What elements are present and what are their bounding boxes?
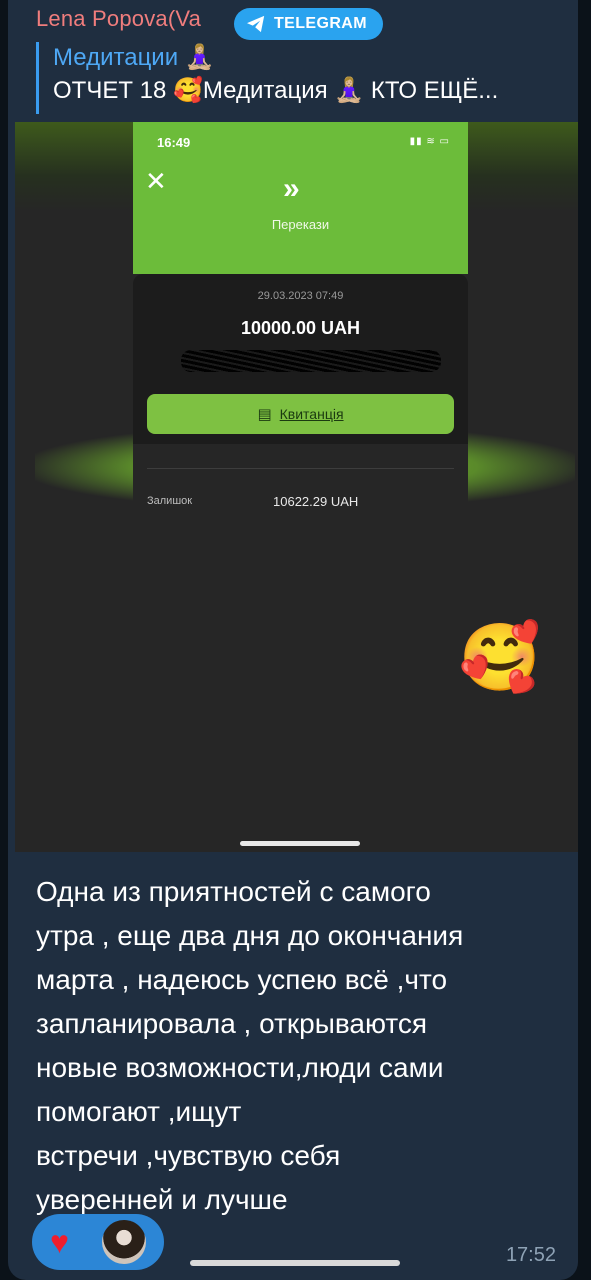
bank-app-screenshot: 16:49 ▮▮ ≋ ▭ ✕ » Перекази 29.03.2023 07:… bbox=[133, 122, 468, 852]
heart-icon: ♥ bbox=[50, 1224, 69, 1260]
transaction-date: 29.03.2023 07:49 bbox=[257, 290, 344, 302]
close-icon: ✕ bbox=[145, 166, 167, 196]
balance-value: 10622.29 UAH bbox=[273, 494, 359, 509]
transfer-chevron-icon: » bbox=[283, 172, 300, 205]
sender-name[interactable]: Lena Popova(Va bbox=[36, 6, 201, 32]
message-bubble: Lena Popova(Va TELEGRAM Медитации 🧘🏼‍♀️ … bbox=[8, 0, 578, 1280]
avatar bbox=[102, 1220, 146, 1264]
smiling-hearts-sticker: 🥰 bbox=[458, 620, 542, 694]
reply-text: ОТЧЕТ 18 🥰Медитация 🧘🏼‍♀️ КТО ЕЩЁ... bbox=[53, 77, 499, 104]
message-time: 17:52 bbox=[505, 1244, 556, 1266]
transaction-card: 29.03.2023 07:49 10000.00 UAH ▤ Квитанці… bbox=[133, 274, 468, 444]
reply-quote[interactable]: Медитации 🧘🏼‍♀️ ОТЧЕТ 18 🥰Медитация 🧘🏼‍♀… bbox=[36, 42, 566, 114]
telegram-badge-label: TELEGRAM bbox=[274, 15, 367, 32]
phone-time: 16:49 bbox=[157, 135, 191, 150]
telegram-icon bbox=[247, 15, 265, 33]
receipt-icon: ▤ bbox=[257, 406, 272, 423]
balance-label: Залишок bbox=[147, 495, 193, 507]
divider bbox=[147, 468, 454, 469]
status-icons: ▮▮ ≋ ▭ bbox=[409, 136, 450, 147]
redaction-scribble bbox=[181, 350, 441, 372]
reaction-chip[interactable]: ♥ bbox=[32, 1214, 164, 1270]
transfers-title: Перекази bbox=[271, 217, 330, 232]
receipt-label: Квитанція bbox=[279, 406, 344, 422]
receipt-button: ▤ Квитанція bbox=[147, 394, 454, 434]
transaction-amount: 10000.00 UAH bbox=[240, 318, 361, 338]
media-screenshot[interactable]: 16:49 ▮▮ ≋ ▭ ✕ » Перекази 29.03.2023 07:… bbox=[15, 122, 578, 852]
phone-home-indicator bbox=[240, 841, 360, 846]
telegram-badge: TELEGRAM bbox=[234, 8, 383, 40]
reply-title: Медитации 🧘🏼‍♀️ bbox=[53, 44, 215, 71]
home-indicator[interactable] bbox=[190, 1260, 400, 1266]
message-text: Одна из приятностей с самого утра , еще … bbox=[36, 876, 464, 1215]
bank-header: 16:49 ▮▮ ≋ ▭ ✕ » Перекази bbox=[133, 122, 468, 274]
